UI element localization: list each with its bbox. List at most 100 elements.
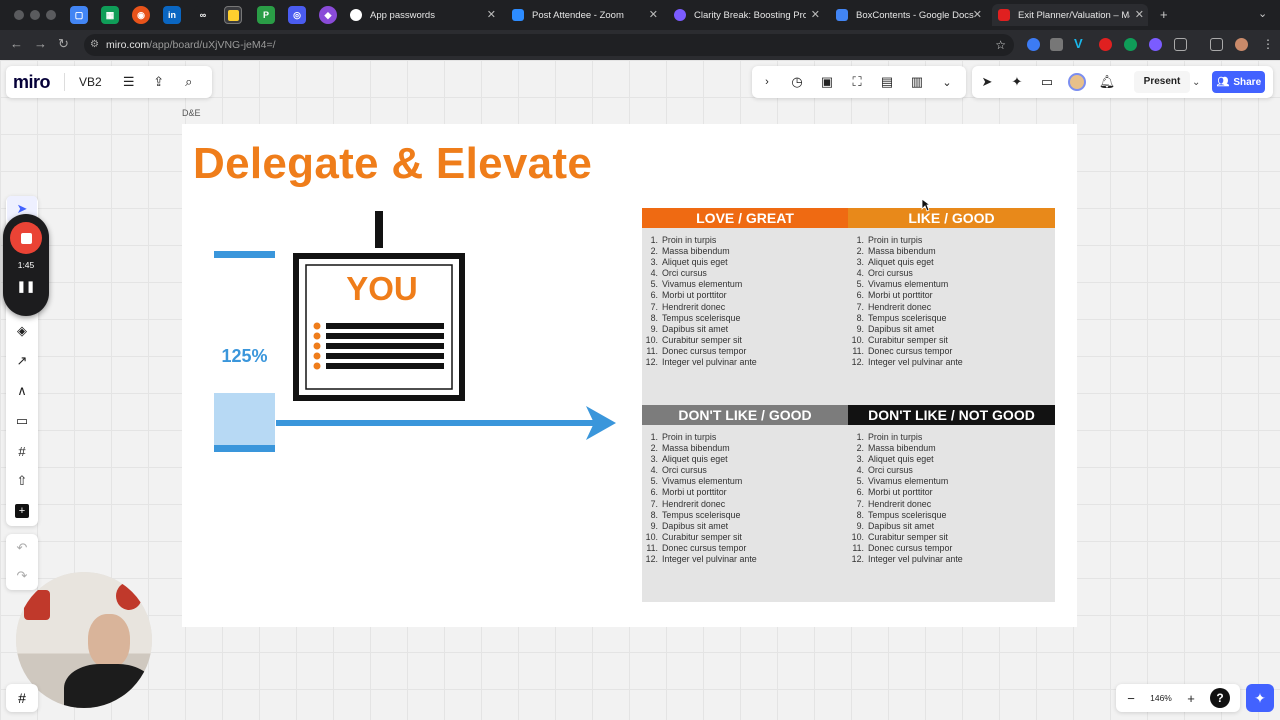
tab-exit-planner[interactable]: Exit Planner/Valuation – M&A ✕ <box>992 4 1148 26</box>
board-name[interactable]: VB2 <box>79 75 102 89</box>
close-tab-icon[interactable]: ✕ <box>649 8 658 21</box>
pinned-tab-linkedin[interactable]: in <box>163 6 181 24</box>
pen-tool-icon[interactable]: ∧ <box>7 376 37 406</box>
close-tab-icon[interactable]: ✕ <box>1135 8 1144 21</box>
pause-recording-button[interactable]: ❚❚ <box>3 280 49 293</box>
address-bar[interactable]: ⚙ miro.com/app/board/uXjVNG-jeM4=/ ☆ <box>84 34 1014 56</box>
celebrate-icon[interactable]: ✦ <box>1002 67 1032 97</box>
upload-tool-icon[interactable]: ⇧ <box>7 466 37 496</box>
vimeo-icon[interactable]: V <box>1074 36 1087 51</box>
zoom-level[interactable]: 146% <box>1146 693 1176 703</box>
share-button[interactable]: 👥︎ Share <box>1212 71 1266 93</box>
pinned-tab-app-4[interactable]: ◆ <box>319 6 337 24</box>
extension-icon[interactable] <box>1027 38 1040 51</box>
close-tab-icon[interactable]: ✕ <box>811 8 820 21</box>
export-icon[interactable]: ⇪ <box>144 67 174 97</box>
maximize-window-button[interactable] <box>46 10 56 20</box>
list-item-number: 7. <box>856 498 864 509</box>
forward-icon[interactable]: → <box>34 36 47 51</box>
close-tab-icon[interactable]: ✕ <box>487 8 496 21</box>
quadrant-title: LIKE / GOOD <box>848 208 1055 228</box>
frames-panel-button[interactable]: # <box>6 684 38 712</box>
list-item: 8. Tempus scelerisque <box>848 510 1055 521</box>
tab-post-attendee-zoom[interactable]: Post Attendee - Zoom ✕ <box>506 4 662 26</box>
list-item-number: 2. <box>650 443 658 454</box>
minimize-window-button[interactable] <box>30 10 40 20</box>
extension-icon[interactable] <box>1149 38 1162 51</box>
pinned-tab-calendar[interactable]: ▢ <box>70 6 88 24</box>
zoom-out-icon[interactable]: − <box>1116 684 1146 712</box>
list-item: 8. Tempus scelerisque <box>642 313 848 324</box>
quadrant-dont-like-not-good[interactable]: DON'T LIKE / NOT GOOD 1. Proin in turpis 2… <box>848 405 1055 565</box>
connector-tool-icon[interactable]: ↗ <box>7 346 37 376</box>
chevron-down-icon[interactable]: ⌄ <box>932 67 962 97</box>
add-more-tools-icon[interactable]: + <box>7 496 37 526</box>
frame-label[interactable]: D&E <box>182 108 201 118</box>
google-icon <box>350 9 362 21</box>
zoom-in-icon[interactable]: + <box>1176 684 1206 712</box>
pinned-tab-app-2[interactable]: ∞ <box>194 6 212 24</box>
present-button[interactable]: Present <box>1134 71 1190 93</box>
timer-icon[interactable]: ◷ <box>782 67 812 97</box>
notes-icon[interactable]: ▥ <box>902 67 932 97</box>
extension-icon[interactable] <box>1124 38 1137 51</box>
cursor-icon[interactable]: ➤ <box>972 67 1002 97</box>
new-tab-button[interactable]: + <box>1160 7 1168 22</box>
focus-icon[interactable]: ⛶ <box>842 67 872 97</box>
pinned-tab-p[interactable]: P <box>257 6 275 24</box>
profile-avatar[interactable] <box>1235 38 1248 51</box>
help-icon[interactable]: ? <box>1210 688 1230 708</box>
reload-icon[interactable]: ↻ <box>58 36 69 52</box>
list-item: 7. Hendrerit donec <box>848 499 1055 510</box>
card-icon[interactable]: ▤ <box>872 67 902 97</box>
extensions-puzzle-icon[interactable] <box>1174 38 1187 51</box>
tab-search-icon[interactable]: ⌄ <box>1258 7 1267 20</box>
miro-logo[interactable]: miro <box>13 72 51 93</box>
pinned-tab-app-3[interactable]: ◎ <box>288 6 306 24</box>
pinned-tab-app[interactable]: ◉ <box>132 6 150 24</box>
quadrant-love-great[interactable]: LOVE / GREAT 1. Proin in turpis 2. Massa bi… <box>642 208 848 368</box>
bookmark-star-icon[interactable]: ☆ <box>995 34 1006 56</box>
pinned-tab-sheets[interactable]: ▦ <box>101 6 119 24</box>
list-item-number: 8. <box>650 312 658 323</box>
list-item-text: Morbi ut porttitor <box>662 290 727 301</box>
undo-icon[interactable]: ↶ <box>7 534 37 562</box>
sign-post <box>375 211 383 248</box>
browser-tab-bar: ▢ ▦ ◉ in ∞ P ◎ ◆ App passwords ✕ Post At… <box>0 0 1280 30</box>
chevron-right-icon[interactable]: › <box>752 67 782 97</box>
stop-recording-button[interactable] <box>10 222 42 254</box>
list-item-text: Dapibus sit amet <box>868 520 935 531</box>
frame-tool-icon[interactable]: # <box>7 436 37 466</box>
back-icon[interactable]: ← <box>10 36 23 51</box>
extension-icon[interactable] <box>1099 38 1112 51</box>
list-item-text: Donec cursus tempor <box>868 345 953 356</box>
quadrant-dont-like-good[interactable]: DON'T LIKE / GOOD 1. Proin in turpis 2. Mas… <box>642 405 848 565</box>
menu-icon[interactable]: ☰ <box>114 67 144 97</box>
present-dropdown-icon[interactable]: ⌄ <box>1192 77 1200 88</box>
close-window-button[interactable] <box>14 10 24 20</box>
notification-bell-icon[interactable]: 🔔︎ <box>1092 67 1122 97</box>
comment-tool-icon[interactable]: ▭ <box>7 406 37 436</box>
browser-menu-icon[interactable]: ⋮ <box>1262 37 1274 51</box>
voting-icon[interactable]: ▣ <box>812 67 842 97</box>
ai-assistant-icon[interactable]: ✦ <box>1246 684 1274 712</box>
extension-icon[interactable] <box>1050 38 1063 51</box>
close-tab-icon[interactable]: ✕ <box>973 8 982 21</box>
list-item-number: 3. <box>856 454 864 465</box>
list-item-text: Morbi ut porttitor <box>868 487 933 498</box>
list-item-number: 8. <box>856 312 864 323</box>
list-item: 6. Morbi ut porttitor <box>642 290 848 301</box>
list-item-text: Tempus scelerisque <box>662 312 741 323</box>
tab-app-passwords[interactable]: App passwords ✕ <box>344 4 500 26</box>
shapes-tool-icon[interactable]: ◈ <box>7 316 37 346</box>
tab-boxcontents-docs[interactable]: BoxContents - Google Docs ✕ <box>830 4 986 26</box>
tab-clarity-break[interactable]: Clarity Break: Boosting Produ ✕ <box>668 4 824 26</box>
list-item-text: Integer vel pulvinar ante <box>868 357 963 368</box>
comments-icon[interactable]: ▭ <box>1032 67 1062 97</box>
search-icon[interactable]: ⌕ <box>174 67 204 97</box>
user-avatar[interactable] <box>1062 67 1092 97</box>
side-panel-icon[interactable] <box>1210 38 1223 51</box>
quadrant-like-good[interactable]: LIKE / GOOD 1. Proin in turpis 2. Massa bib… <box>848 208 1055 368</box>
pinned-tab-miro[interactable] <box>224 6 242 24</box>
site-info-icon[interactable]: ⚙ <box>90 34 99 56</box>
